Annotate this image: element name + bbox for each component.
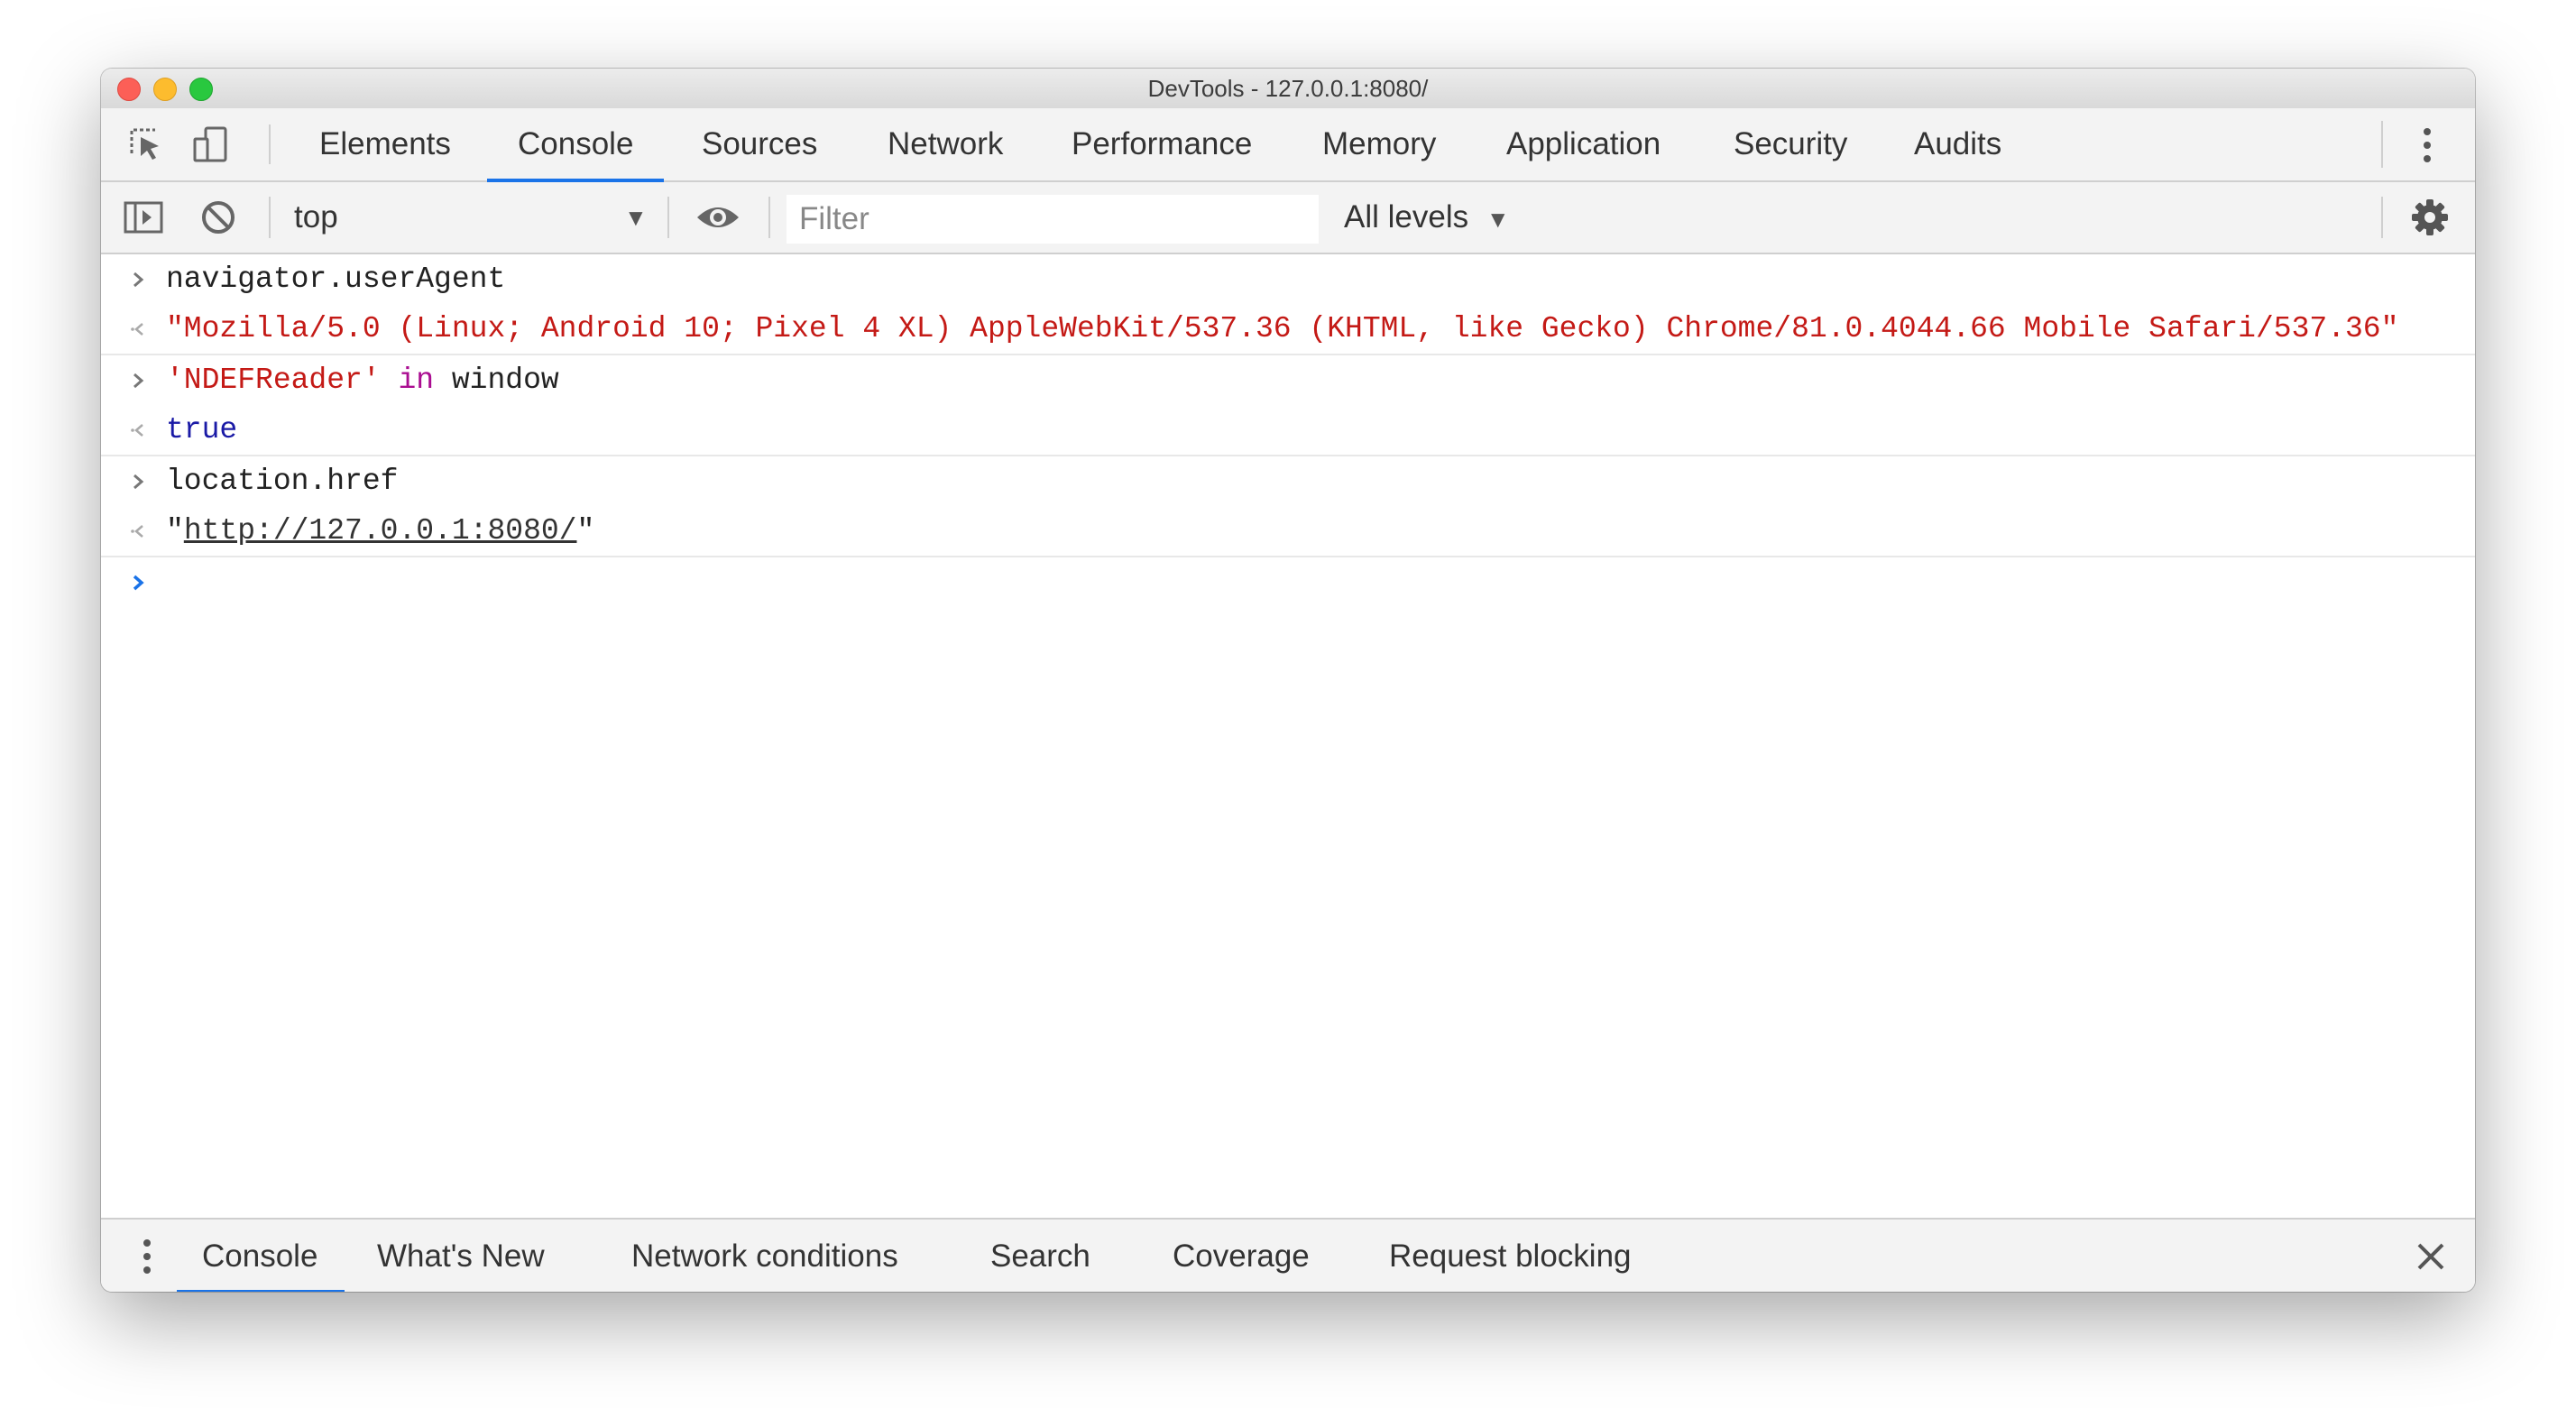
log-levels-dropdown[interactable]: All levels ▼ xyxy=(1344,182,1510,253)
console-output-boolean[interactable]: true xyxy=(166,405,237,455)
output-arrow-icon xyxy=(128,506,150,556)
console-output-row: true xyxy=(101,405,2475,455)
gear-icon[interactable] xyxy=(2410,198,2450,237)
toolbar-divider xyxy=(2381,121,2383,168)
drawer-tab-request-blocking[interactable]: Request blocking xyxy=(1389,1220,1632,1292)
quote-open: " xyxy=(166,514,184,548)
chevron-down-icon[interactable]: ▼ xyxy=(624,182,648,253)
toolbar-divider xyxy=(2381,197,2383,238)
tab-sources[interactable]: Sources xyxy=(702,108,817,180)
console-input-row: navigator.userAgent xyxy=(101,254,2475,304)
toolbar-divider xyxy=(768,197,770,238)
tab-network[interactable]: Network xyxy=(888,108,1003,180)
tab-console[interactable]: Console xyxy=(486,108,665,182)
device-toolbar-icon[interactable] xyxy=(191,124,231,164)
clear-console-icon[interactable] xyxy=(198,198,238,237)
console-input-row: location.href xyxy=(101,456,2475,506)
drawer-tab-whats-new[interactable]: What's New xyxy=(377,1220,545,1292)
tab-application[interactable]: Application xyxy=(1506,108,1661,180)
title-bar: DevTools - 127.0.0.1:8080/ xyxy=(101,69,2475,109)
output-arrow-icon xyxy=(128,304,150,354)
chevron-down-icon: ▼ xyxy=(1486,206,1510,233)
tab-performance[interactable]: Performance xyxy=(1072,108,1252,180)
input-string-token: 'NDEFReader' xyxy=(166,364,381,397)
more-vertical-icon[interactable] xyxy=(2423,126,2432,169)
toolbar-divider xyxy=(269,197,271,238)
filter-input[interactable] xyxy=(787,195,1319,244)
console-output-row: "Mozilla/5.0 (Linux; Android 10; Pixel 4… xyxy=(101,304,2475,354)
console-messages: navigator.userAgent "Mozilla/5.0 (Linux;… xyxy=(101,254,2475,607)
main-tab-bar: Elements Console Sources Network Perform… xyxy=(101,108,2475,182)
show-sidebar-icon[interactable] xyxy=(123,198,163,237)
tab-memory[interactable]: Memory xyxy=(1322,108,1436,180)
output-link[interactable]: http://127.0.0.1:8080/ xyxy=(184,514,577,548)
input-keyword-token: in xyxy=(398,364,435,397)
prompt-chevron-icon xyxy=(128,557,150,607)
console-output-url: "http://127.0.0.1:8080/" xyxy=(166,506,594,556)
console-input-row: 'NDEFReader' in window xyxy=(101,355,2475,405)
eye-icon[interactable] xyxy=(695,198,739,237)
drawer-tab-search[interactable]: Search xyxy=(990,1220,1090,1292)
toolbar-divider xyxy=(269,124,271,164)
console-input-text[interactable]: navigator.userAgent xyxy=(166,254,505,304)
log-levels-label: All levels xyxy=(1344,199,1469,235)
devtools-window: DevTools - 127.0.0.1:8080/ Elements Cons… xyxy=(101,69,2475,1292)
input-chevron-icon xyxy=(128,456,150,506)
quote-close: " xyxy=(576,514,595,548)
tab-audits[interactable]: Audits xyxy=(1914,108,2001,180)
drawer-tab-network-conditions[interactable]: Network conditions xyxy=(631,1220,898,1292)
inspect-element-icon[interactable] xyxy=(126,124,166,164)
input-identifier-token: window xyxy=(451,364,559,397)
close-icon[interactable] xyxy=(2415,1241,2446,1276)
more-vertical-icon[interactable] xyxy=(143,1238,152,1280)
input-chevron-icon xyxy=(128,355,150,405)
window-title: DevTools - 127.0.0.1:8080/ xyxy=(1147,75,1429,102)
drawer-tab-console[interactable]: Console xyxy=(176,1220,345,1292)
console-toolbar: top ▼ All levels ▼ xyxy=(101,182,2475,254)
tab-elements[interactable]: Elements xyxy=(319,108,451,180)
console-output-row: "http://127.0.0.1:8080/" xyxy=(101,506,2475,556)
console-input-text[interactable]: location.href xyxy=(166,456,398,506)
console-prompt[interactable] xyxy=(101,557,2475,607)
toolbar-divider xyxy=(667,197,669,238)
console-output-string[interactable]: "Mozilla/5.0 (Linux; Android 10; Pixel 4… xyxy=(166,304,2398,354)
context-selector[interactable]: top xyxy=(294,182,338,253)
console-input-text[interactable]: 'NDEFReader' in window xyxy=(166,355,559,405)
drawer-tab-bar: Console What's New Network conditions Se… xyxy=(101,1218,2475,1292)
drawer-tab-coverage[interactable]: Coverage xyxy=(1173,1220,1310,1292)
input-chevron-icon xyxy=(128,254,150,304)
output-arrow-icon xyxy=(128,405,150,455)
tab-security[interactable]: Security xyxy=(1734,108,1847,180)
